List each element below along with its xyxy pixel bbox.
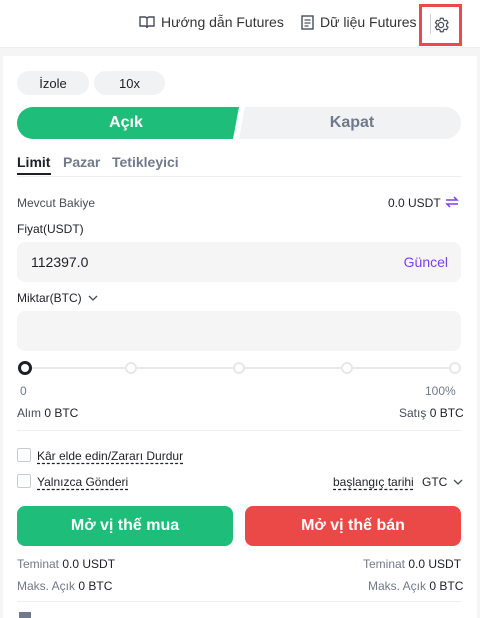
price-input[interactable]: 112397.0 Güncel: [17, 242, 461, 282]
leverage-button[interactable]: 10x: [94, 71, 165, 95]
chevron-down-icon: [88, 295, 98, 301]
summary-divider: [17, 601, 461, 602]
buy-margin: Teminat 0.0 USDT: [17, 557, 115, 571]
transfer-icon[interactable]: [445, 196, 459, 208]
price-label: Fiyat(USDT): [17, 222, 84, 236]
tab-trigger[interactable]: Tetikleyici: [112, 154, 179, 170]
panel-gap: [0, 48, 480, 56]
slider-step-50[interactable]: [233, 362, 245, 374]
tab-limit[interactable]: Limit: [17, 154, 50, 170]
tab-market[interactable]: Pazar: [63, 154, 100, 170]
latest-price-button[interactable]: Güncel: [404, 254, 448, 270]
tab-trigger-label: Tetikleyici: [112, 154, 179, 170]
tpsl-label[interactable]: Kâr elde edin/Zararı Durdur: [37, 449, 183, 463]
slider-step-75[interactable]: [341, 362, 353, 374]
price-value: 112397.0: [31, 254, 89, 270]
sell-amount: Satış 0 BTC: [399, 406, 464, 420]
futures-guide-label: Hướng dẫn Futures: [161, 14, 284, 30]
quantity-label-wrap[interactable]: Miktar(BTC): [17, 291, 98, 305]
slider-step-25[interactable]: [125, 362, 137, 374]
open-long-label: Mở vị thế mua: [70, 517, 180, 534]
options-divider: [17, 430, 461, 431]
gear-icon: [434, 17, 449, 33]
close-tab[interactable]: Kapat: [243, 107, 461, 139]
open-long-button[interactable]: Mở vị thế mua: [17, 506, 233, 546]
open-tab[interactable]: Açık: [17, 107, 235, 139]
slider-max-label: 100%: [425, 384, 456, 398]
sell-max-open: Maks. Açık 0 BTC: [368, 579, 463, 593]
post-only-checkbox[interactable]: [17, 474, 31, 488]
buy-max-open: Maks. Açık 0 BTC: [17, 579, 112, 593]
quantity-input[interactable]: [17, 311, 461, 351]
open-tab-label: Açık: [109, 114, 143, 131]
sell-margin-label: Teminat: [363, 557, 406, 571]
calculator-icon[interactable]: [19, 612, 31, 618]
sell-amount-label: Satış: [399, 406, 427, 420]
time-in-force-value: GTC: [422, 475, 448, 489]
buy-max-label: Maks. Açık: [17, 579, 76, 593]
book-icon: [139, 16, 155, 29]
buy-amount: Alım 0 BTC: [17, 406, 78, 420]
close-tab-label: Kapat: [329, 114, 375, 131]
time-in-force-label: başlangıç tarihi: [333, 475, 414, 489]
panel-border-left: [0, 48, 3, 618]
margin-mode-button[interactable]: İzole: [17, 71, 89, 95]
futures-guide-link[interactable]: Hướng dẫn Futures: [139, 14, 284, 30]
leverage-label: 10x: [119, 75, 140, 91]
slider-handle[interactable]: [18, 361, 32, 375]
tabs-divider: [17, 176, 461, 177]
open-short-label: Mở vị thế bán: [301, 517, 405, 534]
active-tab-indicator: [17, 173, 51, 175]
buy-amount-value: 0 BTC: [44, 406, 79, 420]
buy-margin-label: Teminat: [17, 557, 60, 571]
document-icon: [301, 14, 314, 30]
time-in-force-select[interactable]: GTC: [422, 475, 463, 489]
margin-mode-label: İzole: [39, 75, 67, 91]
post-only-label[interactable]: Yalnızca Gönderi: [37, 475, 128, 489]
sell-amount-value: 0 BTC: [429, 406, 464, 420]
slider-step-100[interactable]: [449, 362, 461, 374]
buy-margin-value: 0.0 USDT: [62, 557, 116, 571]
balance-value: 0.0 USDT: [388, 196, 441, 210]
sell-margin: Teminat 0.0 USDT: [363, 557, 461, 571]
chevron-down-icon: [453, 479, 463, 485]
settings-button[interactable]: [419, 4, 462, 46]
open-short-button[interactable]: Mở vị thế bán: [245, 506, 461, 546]
buy-max-value: 0 BTC: [78, 579, 113, 593]
quantity-label: Miktar(BTC): [17, 291, 82, 305]
tpsl-checkbox[interactable]: [17, 448, 31, 462]
tab-market-label: Pazar: [63, 154, 101, 170]
futures-data-link[interactable]: Dữ liệu Futures: [301, 14, 417, 30]
sell-max-label: Maks. Açık: [368, 579, 427, 593]
sell-max-value: 0 BTC: [429, 579, 464, 593]
sell-margin-value: 0.0 USDT: [408, 557, 462, 571]
tab-limit-label: Limit: [17, 154, 51, 170]
balance-label: Mevcut Bakiye: [17, 196, 96, 210]
slider-min-label: 0: [20, 384, 27, 398]
top-bar: Hướng dẫn Futures Dữ liệu Futures: [0, 0, 480, 48]
futures-data-label: Dữ liệu Futures: [320, 14, 417, 30]
buy-amount-label: Alım: [17, 406, 41, 420]
